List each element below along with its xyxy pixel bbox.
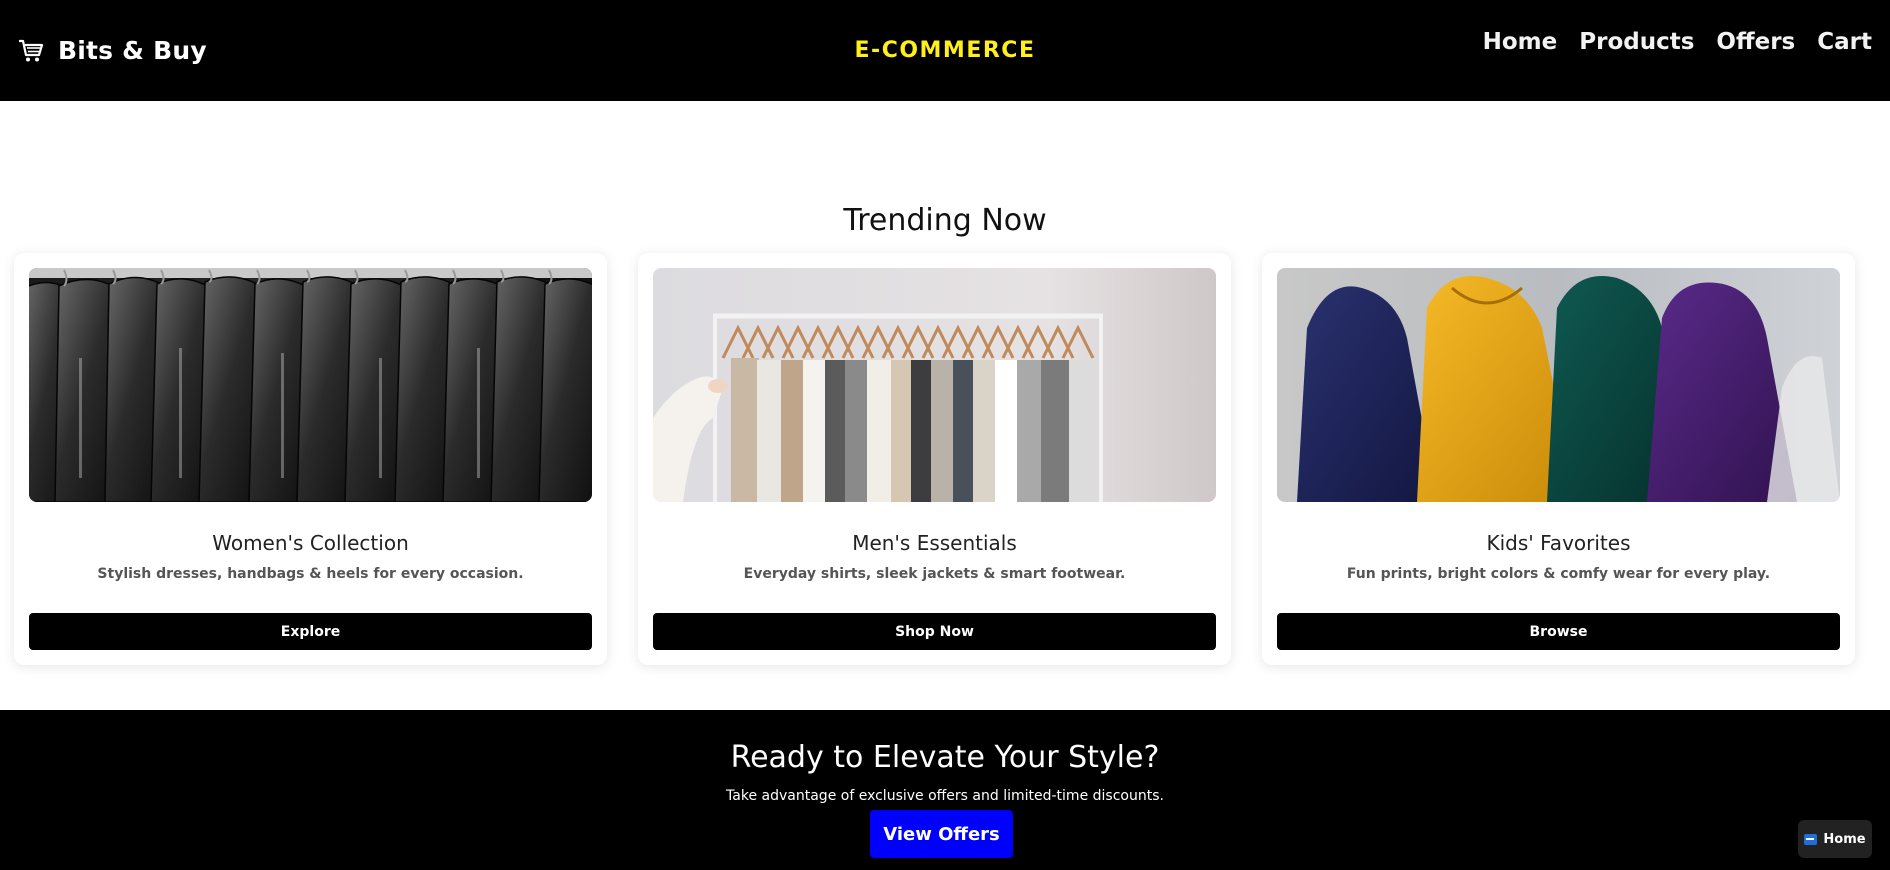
product-card-men: Men's Essentials Everyday shirts, sleek … bbox=[638, 253, 1231, 665]
card-description: Stylish dresses, handbags & heels for ev… bbox=[97, 566, 524, 582]
nav-link-cart[interactable]: Cart bbox=[1817, 29, 1872, 55]
product-image-men bbox=[653, 268, 1216, 502]
product-card-women: Women's Collection Stylish dresses, hand… bbox=[14, 253, 607, 665]
cta-subtitle: Take advantage of exclusive offers and l… bbox=[726, 788, 1164, 804]
floating-home-button[interactable]: Home bbox=[1798, 820, 1872, 858]
card-description: Fun prints, bright colors & comfy wear f… bbox=[1346, 566, 1771, 582]
main-nav: Home Products Offers Cart bbox=[1483, 29, 1872, 55]
nav-link-home[interactable]: Home bbox=[1483, 29, 1558, 55]
browse-button[interactable]: Browse bbox=[1277, 613, 1840, 650]
floating-home-label: Home bbox=[1823, 831, 1866, 847]
cta-banner: Ready to Elevate Your Style? Take advant… bbox=[0, 710, 1890, 870]
nav-link-offers[interactable]: Offers bbox=[1716, 29, 1795, 55]
back-arrow-icon bbox=[1804, 833, 1818, 845]
card-description: Everyday shirts, sleek jackets & smart f… bbox=[743, 566, 1126, 582]
card-title: Women's Collection bbox=[212, 531, 409, 555]
product-image-kids bbox=[1277, 268, 1840, 502]
top-navbar: Bits & Buy E-COMMERCE Home Products Offe… bbox=[0, 0, 1890, 101]
section-title-trending: Trending Now bbox=[843, 203, 1047, 238]
card-title: Kids' Favorites bbox=[1486, 531, 1631, 555]
cta-title: Ready to Elevate Your Style? bbox=[730, 740, 1160, 775]
product-image-women bbox=[29, 268, 592, 502]
explore-button[interactable]: Explore bbox=[29, 613, 592, 650]
card-title: Men's Essentials bbox=[852, 531, 1017, 555]
view-offers-button[interactable]: View Offers bbox=[870, 810, 1013, 858]
nav-link-products[interactable]: Products bbox=[1579, 29, 1694, 55]
product-card-kids: Kids' Favorites Fun prints, bright color… bbox=[1262, 253, 1855, 665]
shop-now-button[interactable]: Shop Now bbox=[653, 613, 1216, 650]
